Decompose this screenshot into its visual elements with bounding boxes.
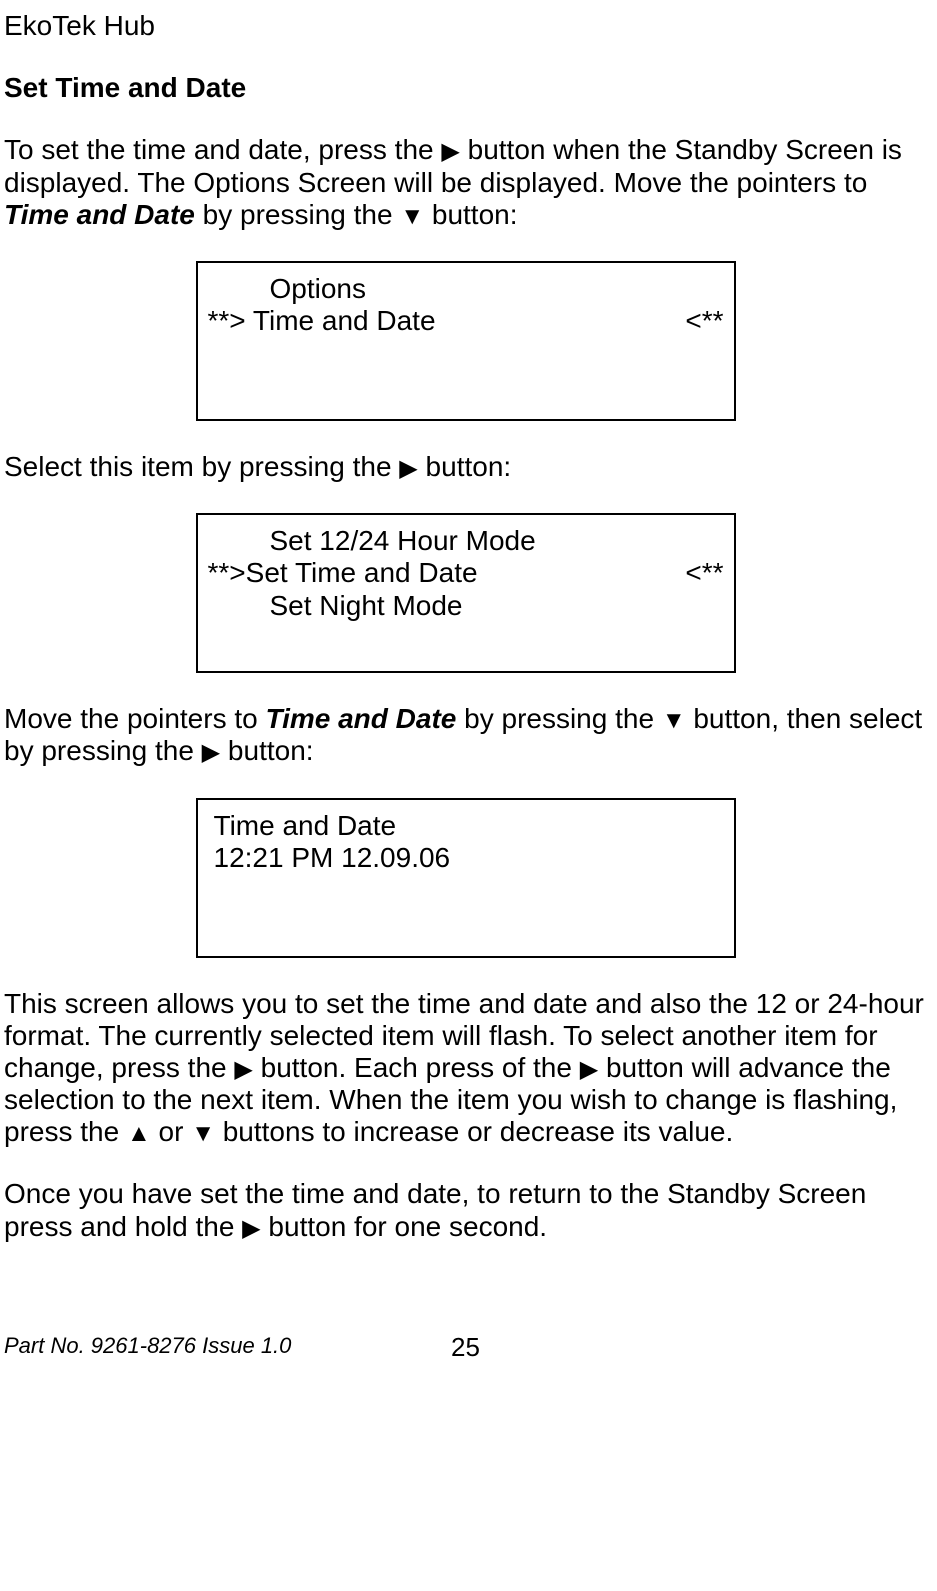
screen1-line2-left: **> Time and Date [208, 305, 436, 337]
footer-part-number: Part No. 9261-8276 Issue 1.0 [4, 1333, 291, 1358]
screen1-line2: **> Time and Date <** [208, 305, 724, 337]
screen2-line2-left: **>Set Time and Date [208, 557, 478, 589]
footer-page-number: 25 [451, 1333, 480, 1363]
para4-text4: or [151, 1116, 191, 1147]
right-triangle-icon: ▶ [399, 457, 417, 481]
para4-text5: buttons to increase or decrease its valu… [215, 1116, 733, 1147]
para5-text2: button for one second. [261, 1211, 547, 1242]
page-footer: Part No. 9261-8276 Issue 1.0 25 [4, 1333, 927, 1358]
para1-text1: To set the time and date, press the [4, 134, 441, 165]
screen3-line1: Time and Date [214, 810, 724, 842]
instructions-paragraph: This screen allows you to set the time a… [4, 988, 927, 1149]
para3-text2: by pressing the [456, 703, 661, 734]
screen1-line2-right: <** [685, 305, 723, 337]
right-triangle-icon: ▶ [441, 140, 459, 164]
right-triangle-icon: ▶ [242, 1217, 260, 1241]
options-screen-box: Options **> Time and Date <** [196, 261, 736, 421]
section-heading: Set Time and Date [4, 72, 927, 104]
right-triangle-icon: ▶ [580, 1058, 598, 1082]
return-paragraph: Once you have set the time and date, to … [4, 1178, 927, 1242]
para2-text1: Select this item by pressing the [4, 451, 399, 482]
para4-text2: button. Each press of the [253, 1052, 580, 1083]
para1-text3: by pressing the [195, 199, 400, 230]
select-item-paragraph: Select this item by pressing the ▶ butto… [4, 451, 927, 483]
right-triangle-icon: ▶ [234, 1058, 252, 1082]
screen2-line1: Set 12/24 Hour Mode [208, 525, 724, 557]
para2-text2: button: [418, 451, 511, 482]
up-triangle-icon: ▲ [127, 1122, 151, 1146]
down-triangle-icon: ▼ [191, 1122, 215, 1146]
para3-bold1: Time and Date [265, 703, 456, 734]
move-pointers-paragraph: Move the pointers to Time and Date by pr… [4, 703, 927, 767]
screen2-line2-right: <** [685, 557, 723, 589]
screen2-line3: Set Night Mode [208, 590, 724, 622]
para1-text4: button: [424, 199, 517, 230]
intro-paragraph: To set the time and date, press the ▶ bu… [4, 134, 927, 231]
para3-text1: Move the pointers to [4, 703, 265, 734]
down-triangle-icon: ▼ [400, 205, 424, 229]
time-date-screen-box: Time and Date 12:21 PM 12.09.06 [196, 798, 736, 958]
screen1-line1: Options [208, 273, 724, 305]
para1-bold1: Time and Date [4, 199, 195, 230]
submenu-screen-box: Set 12/24 Hour Mode **>Set Time and Date… [196, 513, 736, 673]
screen3-line2: 12:21 PM 12.09.06 [214, 842, 724, 874]
down-triangle-icon: ▼ [662, 709, 686, 733]
para3-text4: button: [220, 735, 313, 766]
document-header: EkoTek Hub [4, 10, 927, 42]
screen2-line2: **>Set Time and Date <** [208, 557, 724, 589]
right-triangle-icon: ▶ [202, 741, 220, 765]
